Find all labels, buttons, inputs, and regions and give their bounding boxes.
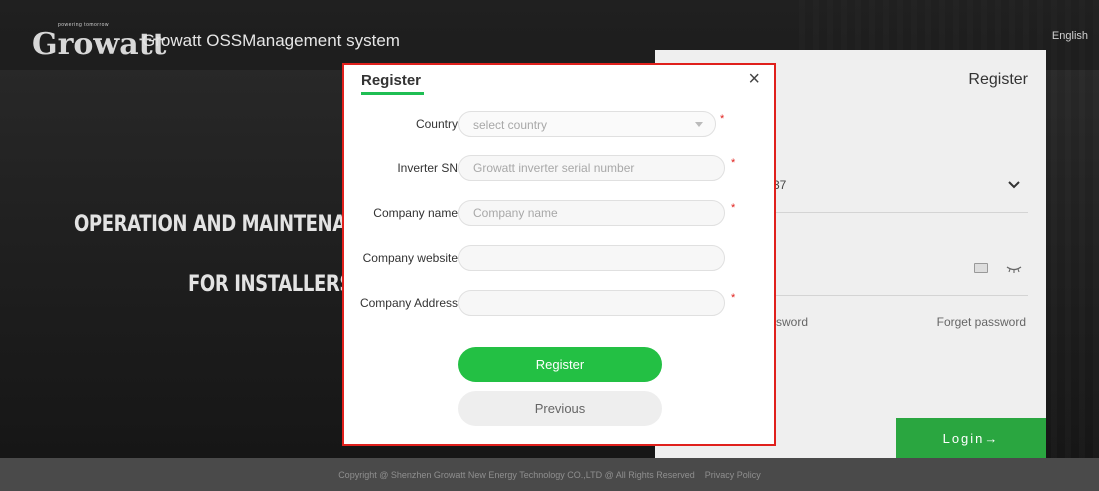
password-underline	[770, 295, 1028, 296]
previous-button[interactable]: Previous	[458, 391, 662, 426]
country-row: Country select country *	[344, 111, 778, 137]
copyright-text: Copyright @ Shenzhen Growatt New Energy …	[338, 469, 695, 480]
company-website-input[interactable]	[458, 245, 725, 271]
company-address-label: Company Address	[359, 296, 458, 310]
company-address-row: Company Address *	[344, 290, 778, 316]
chevron-down-icon[interactable]	[1006, 176, 1022, 192]
country-placeholder: select country	[473, 118, 548, 132]
company-name-label: Company name	[373, 206, 458, 220]
forget-password-link[interactable]: Forget password	[937, 315, 1026, 329]
privacy-policy-link[interactable]: Privacy Policy	[705, 470, 761, 480]
required-mark: *	[731, 292, 736, 304]
username-underline	[770, 212, 1028, 213]
register-button[interactable]: Register	[458, 347, 662, 382]
company-name-row: Company name *	[344, 200, 778, 226]
login-panel-register-link[interactable]: Register	[968, 71, 1028, 89]
login-button[interactable]: Login→	[896, 418, 1046, 458]
inverter-sn-row: Inverter SN *	[344, 155, 778, 181]
register-modal: Register × Country select country * Inve…	[342, 63, 776, 446]
company-website-row: Company website	[344, 245, 778, 271]
company-address-input[interactable]	[458, 290, 725, 316]
eye-closed-icon[interactable]	[1006, 264, 1022, 274]
system-title: Growatt OSSManagement system	[142, 31, 400, 50]
keyboard-icon[interactable]	[974, 263, 988, 273]
required-mark: *	[731, 202, 736, 214]
inverter-sn-input[interactable]	[458, 155, 725, 181]
logo-tagline: powering tomorrow	[58, 22, 110, 28]
close-icon[interactable]: ×	[748, 69, 760, 89]
country-select[interactable]: select country	[458, 111, 716, 137]
modal-title: Register	[361, 72, 422, 89]
country-label: Country	[415, 117, 458, 131]
inverter-sn-label: Inverter SN	[397, 161, 458, 175]
required-mark: *	[731, 157, 736, 169]
required-mark: *	[720, 113, 725, 125]
company-website-label: Company website	[362, 251, 458, 265]
dropdown-arrow-icon	[695, 122, 703, 127]
language-switch[interactable]: English	[1052, 30, 1088, 42]
modal-title-underline	[361, 92, 424, 95]
company-name-input[interactable]	[458, 200, 725, 226]
footer: Copyright @ Shenzhen Growatt New Energy …	[0, 458, 1099, 491]
